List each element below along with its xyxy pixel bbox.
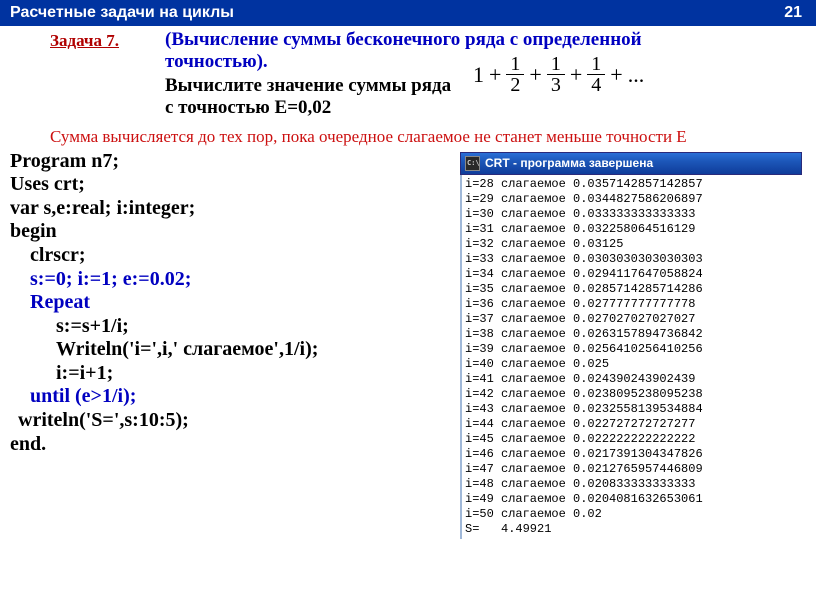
code-block: Program n7; Uses crt; var s,e:real; i:in… [10, 150, 460, 539]
plus-icon: + [529, 62, 541, 88]
plus-icon: + [489, 62, 501, 88]
code-line: i:=i+1; [10, 362, 460, 386]
problem-desc-line1: Вычислите значение суммы ряда [165, 75, 451, 96]
slide-content: Задача 7. (Вычисление суммы бесконечного… [0, 26, 816, 539]
plus-icon: + [570, 62, 582, 88]
denominator: 4 [587, 75, 605, 95]
main-row: Program n7; Uses crt; var s,e:real; i:in… [10, 150, 810, 539]
numerator: 1 [506, 54, 524, 75]
note-text: Сумма вычисляется до тех пор, пока очере… [50, 126, 770, 147]
formula-dots: ... [628, 62, 645, 88]
problem-title-line1: (Вычисление суммы бесконечного ряда с оп… [165, 29, 642, 50]
denominator: 3 [547, 75, 565, 95]
code-line: s:=0; i:=1; e:=0.02; [10, 268, 460, 292]
code-line: writeln('S=',s:10:5); [10, 409, 460, 433]
code-line: until (e>1/i); [10, 385, 460, 409]
fraction: 1 3 [547, 54, 565, 95]
console-icon [465, 156, 480, 171]
numerator: 1 [547, 54, 565, 75]
fraction: 1 2 [506, 54, 524, 95]
task-label: Задача 7. [10, 29, 165, 51]
crt-titlebar: CRT - программа завершена [460, 152, 802, 175]
denominator: 2 [506, 75, 524, 95]
problem-title-line2: точностью). [165, 51, 268, 72]
code-line: clrscr; [10, 244, 460, 268]
slide-title: Расчетные задачи на циклы [10, 4, 234, 22]
slide-header: Расчетные задачи на циклы 21 [0, 0, 816, 26]
code-line: var s,e:real; i:integer; [10, 197, 460, 221]
problem-row: Задача 7. (Вычисление суммы бесконечного… [10, 29, 810, 120]
crt-window: CRT - программа завершена i=28 слагаемое… [460, 152, 802, 539]
code-line: s:=s+1/i; [10, 315, 460, 339]
code-line: Uses crt; [10, 173, 460, 197]
problem-desc-line2: с точностью Е=0,02 [165, 97, 331, 118]
code-line: Program n7; [10, 150, 460, 174]
code-line: end. [10, 433, 460, 457]
code-line: Repeat [10, 291, 460, 315]
plus-icon: + [610, 62, 622, 88]
numerator: 1 [587, 54, 605, 75]
crt-output: i=28 слагаемое 0.0357142857142857 i=29 с… [460, 175, 802, 539]
fraction: 1 4 [587, 54, 605, 95]
series-formula: 1 + 1 2 + 1 3 + 1 4 + ... [473, 54, 644, 95]
formula-one: 1 [473, 62, 484, 88]
code-line: Writeln('i=',i,' слагаемое',1/i); [10, 338, 460, 362]
crt-title-text: CRT - программа завершена [485, 156, 653, 170]
slide-number: 21 [784, 4, 802, 22]
code-line: begin [10, 220, 460, 244]
